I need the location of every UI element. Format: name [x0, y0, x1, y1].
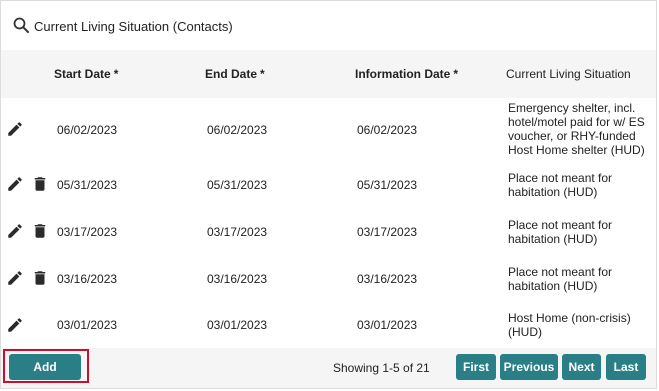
start-date-cell: 03/17/2023 — [57, 225, 118, 239]
first-page-button[interactable]: First — [456, 354, 496, 380]
living-situation-cell: Place not meant for habitation (HUD) — [508, 171, 613, 199]
edit-icon[interactable] — [6, 316, 24, 334]
edit-icon[interactable] — [6, 175, 24, 193]
start-date-cell: 03/16/2023 — [57, 272, 118, 286]
search-icon[interactable] — [13, 17, 29, 33]
trash-icon[interactable] — [31, 222, 49, 240]
col-header-start-date[interactable]: Start Date * — [54, 67, 118, 81]
edit-icon[interactable] — [6, 269, 24, 287]
edit-icon[interactable] — [6, 222, 24, 240]
last-page-button[interactable]: Last — [606, 354, 646, 380]
end-date-cell: 03/16/2023 — [207, 272, 268, 286]
information-date-cell: 03/17/2023 — [357, 225, 418, 239]
information-date-cell: 05/31/2023 — [357, 178, 418, 192]
living-situation-cell: Host Home (non-crisis) (HUD) — [508, 311, 631, 339]
edit-icon[interactable] — [6, 120, 24, 138]
current-living-situation-panel: Current Living Situation (Contacts) Star… — [0, 0, 657, 389]
trash-icon[interactable] — [31, 175, 49, 193]
living-situation-cell: Place not meant for habitation (HUD) — [508, 218, 613, 246]
start-date-cell: 05/31/2023 — [57, 178, 118, 192]
table-row: 03/17/2023 03/17/2023 03/17/2023 Place n… — [1, 208, 656, 256]
previous-page-button[interactable]: Previous — [500, 354, 558, 380]
start-date-cell: 03/01/2023 — [57, 318, 118, 332]
pagination-summary: Showing 1-5 of 21 — [333, 361, 430, 375]
required-marker: * — [260, 67, 265, 81]
end-date-cell: 06/02/2023 — [207, 123, 268, 137]
col-header-end-date[interactable]: End Date * — [205, 67, 265, 81]
col-header-current-living-situation[interactable]: Current Living Situation — [506, 67, 631, 81]
information-date-cell: 03/01/2023 — [357, 318, 418, 332]
required-marker: * — [453, 67, 459, 81]
required-marker: * — [113, 67, 119, 81]
table-row: 05/31/2023 05/31/2023 05/31/2023 Place n… — [1, 161, 656, 209]
trash-icon[interactable] — [31, 269, 49, 287]
end-date-cell: 05/31/2023 — [207, 178, 268, 192]
search-header: Current Living Situation (Contacts) — [1, 1, 656, 51]
information-date-cell: 06/02/2023 — [357, 123, 418, 137]
add-button[interactable]: Add — [9, 354, 81, 380]
table-row: 03/01/2023 03/01/2023 03/01/2023 Host Ho… — [1, 302, 656, 349]
end-date-cell: 03/01/2023 — [207, 318, 268, 332]
end-date-cell: 03/17/2023 — [207, 225, 268, 239]
start-date-cell: 06/02/2023 — [57, 123, 118, 137]
next-page-button[interactable]: Next — [562, 354, 601, 380]
table-row: 06/02/2023 06/02/2023 06/02/2023 Emergen… — [1, 98, 656, 162]
living-situation-cell: Place not meant for habitation (HUD) — [508, 265, 613, 293]
panel-title: Current Living Situation (Contacts) — [34, 19, 233, 34]
living-situation-cell: Emergency shelter, incl. hotel/motel pai… — [508, 101, 645, 157]
information-date-cell: 03/16/2023 — [357, 272, 418, 286]
table-row: 03/16/2023 03/16/2023 03/16/2023 Place n… — [1, 255, 656, 303]
col-header-information-date[interactable]: Information Date * — [355, 67, 458, 81]
table-header: Start Date * End Date * Information Date * … — [1, 50, 656, 99]
